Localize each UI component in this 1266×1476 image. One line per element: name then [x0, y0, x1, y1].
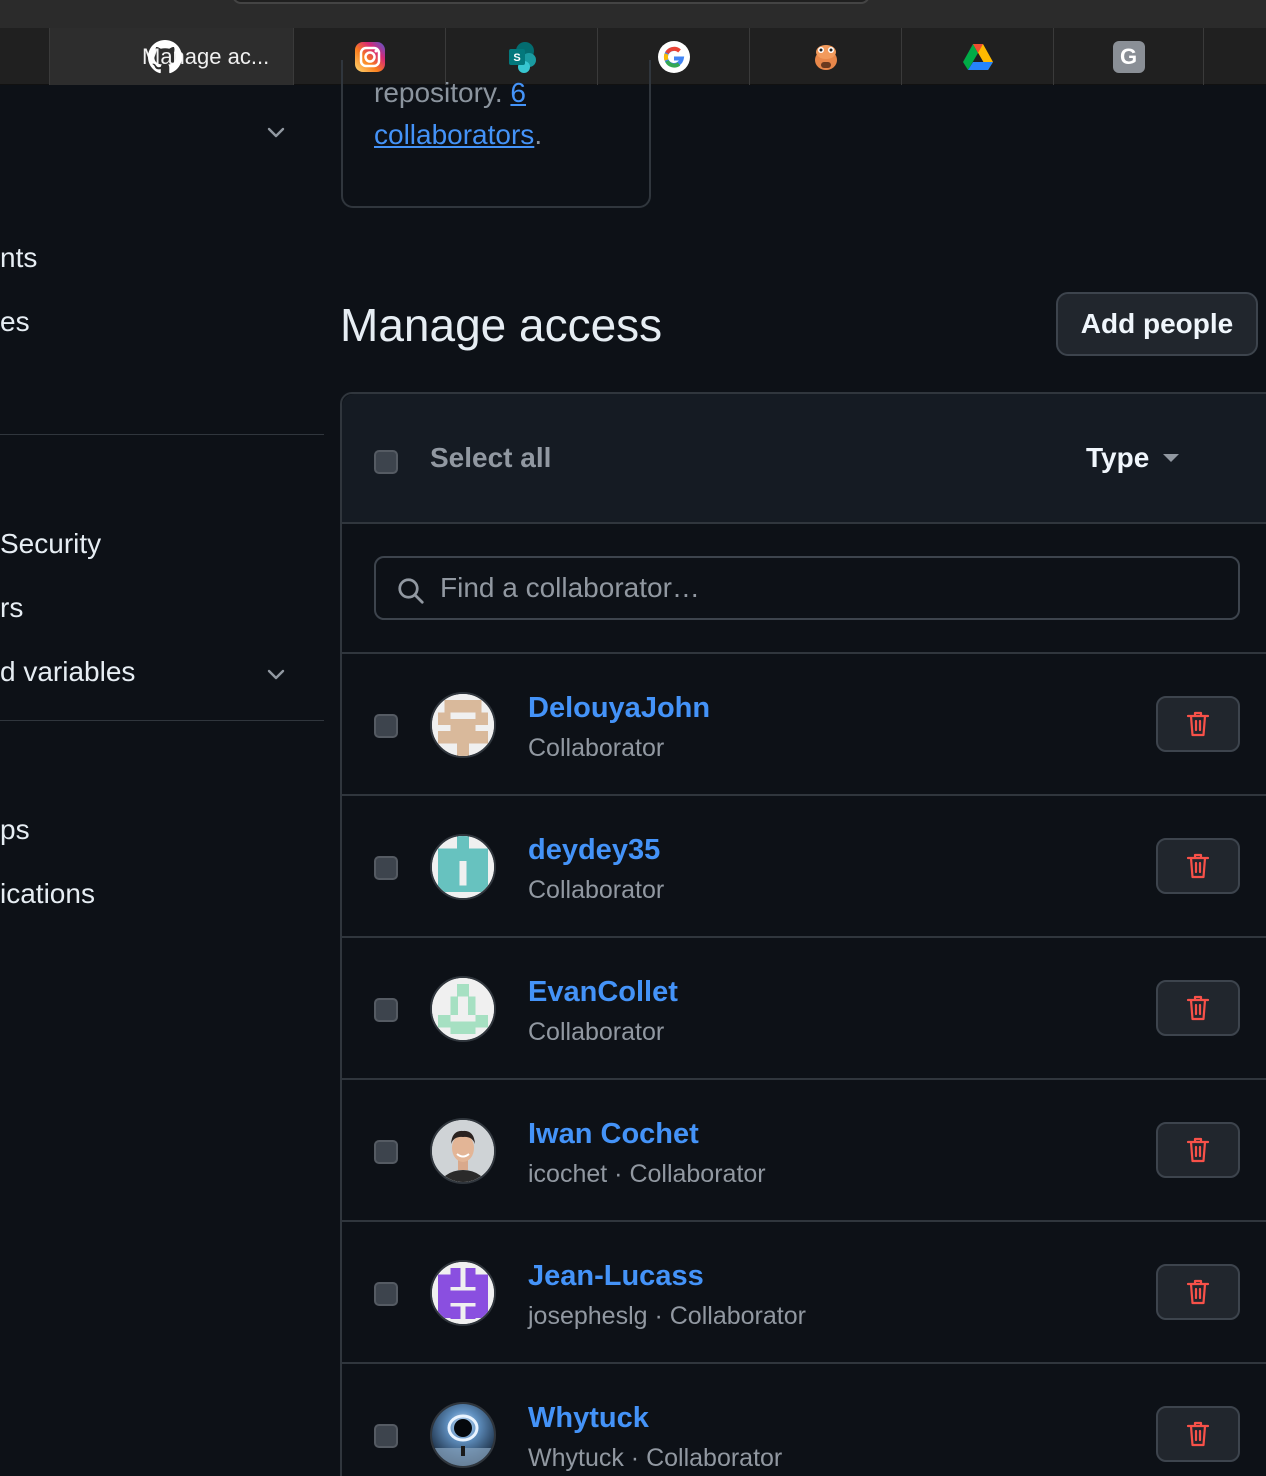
- collaborator-meta: josepheslg · Collaborator: [528, 1302, 806, 1330]
- avatar[interactable]: [430, 834, 496, 900]
- avatar[interactable]: [430, 1402, 496, 1468]
- sidebar-item-variables[interactable]: d variables: [0, 656, 135, 688]
- row-checkbox[interactable]: [374, 714, 398, 738]
- collaborator-role: Collaborator: [669, 1302, 806, 1330]
- collaborator-role: Collaborator: [528, 734, 665, 762]
- collaborator-role: Collaborator: [629, 1160, 766, 1188]
- trash-icon: [1186, 711, 1210, 737]
- remove-collaborator-button[interactable]: [1156, 980, 1240, 1036]
- collaborator-meta: Whytuck · Collaborator: [528, 1444, 783, 1472]
- row-checkbox[interactable]: [374, 998, 398, 1022]
- chevron-down-icon[interactable]: [264, 120, 288, 144]
- row-checkbox[interactable]: [374, 856, 398, 880]
- collaborator-count-link[interactable]: 6: [510, 77, 526, 108]
- address-bar[interactable]: [232, 0, 870, 4]
- collaborator-username: icochet: [528, 1160, 608, 1188]
- browser-tab-partial-right[interactable]: [1204, 28, 1266, 85]
- trash-icon: [1186, 995, 1210, 1021]
- collaborator-role: Collaborator: [528, 1018, 665, 1046]
- collaborator-row: Jean-Lucass josepheslg · Collaborator: [342, 1222, 1266, 1364]
- collaborator-row: Whytuck Whytuck · Collaborator: [342, 1364, 1266, 1476]
- browser-tab-partial[interactable]: [0, 28, 50, 85]
- settings-sidebar: nts es Security rs d variables ps icatio…: [0, 86, 325, 1476]
- mascot-icon: [814, 44, 837, 70]
- search-input[interactable]: [440, 568, 1220, 608]
- type-filter-label: Type: [1086, 442, 1150, 473]
- collaborators-table: Select all Type DelouyaJohn Collaborator: [340, 392, 1266, 1476]
- g-letter-icon: G: [1112, 40, 1145, 73]
- remove-collaborator-button[interactable]: [1156, 696, 1240, 752]
- type-filter-dropdown[interactable]: Type: [1086, 442, 1180, 474]
- collaborator-row: deydey35 Collaborator: [342, 796, 1266, 938]
- browser-tab-mascot[interactable]: [750, 28, 902, 85]
- search-row: [342, 524, 1266, 654]
- sidebar-item-1[interactable]: nts: [0, 242, 37, 274]
- row-checkbox[interactable]: [374, 1282, 398, 1306]
- browser-top-strip: [0, 0, 1266, 28]
- remove-collaborator-button[interactable]: [1156, 1122, 1240, 1178]
- google-icon: [657, 40, 690, 73]
- collaborator-name[interactable]: deydey35: [528, 834, 660, 867]
- sidebar-divider: [0, 720, 324, 721]
- trash-icon: [1186, 1137, 1210, 1163]
- add-people-button[interactable]: Add people: [1056, 292, 1258, 356]
- remove-collaborator-button[interactable]: [1156, 1264, 1240, 1320]
- sidebar-item-security[interactable]: Security: [0, 528, 101, 560]
- chevron-down-icon[interactable]: [264, 662, 288, 686]
- sidebar-item-notifications[interactable]: ications: [0, 878, 95, 910]
- sidebar-item-4[interactable]: rs: [0, 592, 23, 624]
- trash-icon: [1186, 1421, 1210, 1447]
- remove-collaborator-button[interactable]: [1156, 1406, 1240, 1462]
- collaborator-role: Collaborator: [646, 1444, 783, 1472]
- browser-tab-active[interactable]: Manage ac...: [50, 28, 294, 85]
- sidebar-item-2[interactable]: es: [0, 306, 30, 338]
- trash-icon: [1186, 853, 1210, 879]
- search-icon: [398, 578, 424, 604]
- page-title: Manage access: [340, 299, 663, 351]
- browser-tab-drive[interactable]: [902, 28, 1054, 85]
- select-all-checkbox[interactable]: [374, 450, 398, 474]
- collaborator-name[interactable]: EvanCollet: [528, 976, 678, 1009]
- select-all-label: Select all: [430, 442, 552, 473]
- collaborator-row: DelouyaJohn Collaborator: [342, 654, 1266, 796]
- collaborator-username: Whytuck: [528, 1444, 624, 1472]
- table-header: Select all Type: [342, 394, 1266, 524]
- sidebar-divider: [0, 434, 324, 435]
- google-drive-icon: [962, 43, 993, 70]
- search-box[interactable]: [374, 556, 1240, 620]
- trash-icon: [1186, 1279, 1210, 1305]
- collaborator-row: EvanCollet Collaborator: [342, 938, 1266, 1080]
- avatar[interactable]: [430, 1260, 496, 1326]
- avatar[interactable]: [430, 976, 496, 1042]
- info-text-prefix: repository.: [374, 77, 511, 108]
- sidebar-item-apps[interactable]: ps: [0, 814, 30, 846]
- collaborator-name[interactable]: Iwan Cochet: [528, 1118, 699, 1151]
- collaborator-meta: icochet · Collaborator: [528, 1160, 766, 1188]
- collaborator-row: Iwan Cochet icochet · Collaborator: [342, 1080, 1266, 1222]
- info-text: repository. 6 collaborators.: [374, 72, 634, 156]
- remove-collaborator-button[interactable]: [1156, 838, 1240, 894]
- collaborators-link[interactable]: collaborators: [374, 119, 534, 150]
- browser-tab-g[interactable]: G: [1054, 28, 1204, 85]
- avatar[interactable]: [430, 692, 496, 758]
- collaborator-username: josepheslg: [528, 1302, 648, 1330]
- collaborator-name[interactable]: Whytuck: [528, 1402, 649, 1435]
- caret-down-icon: [1163, 454, 1180, 462]
- collaborator-role: Collaborator: [528, 876, 665, 904]
- github-icon: [148, 40, 182, 74]
- avatar[interactable]: [430, 1118, 496, 1184]
- collaborator-name[interactable]: DelouyaJohn: [528, 692, 710, 725]
- info-text-suffix: .: [534, 119, 543, 150]
- row-checkbox[interactable]: [374, 1424, 398, 1448]
- row-checkbox[interactable]: [374, 1140, 398, 1164]
- collaborator-name[interactable]: Jean-Lucass: [528, 1260, 704, 1293]
